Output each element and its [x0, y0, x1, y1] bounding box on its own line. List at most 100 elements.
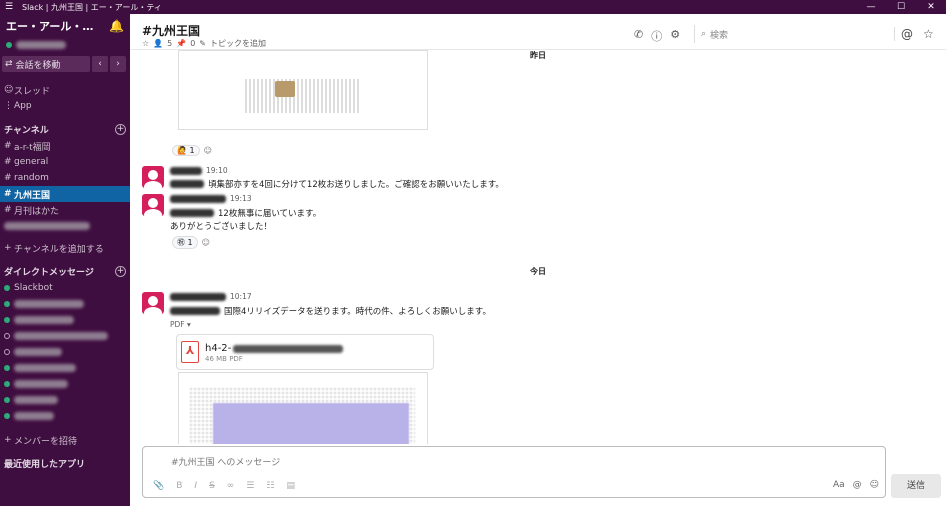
message-time[interactable]: 10:17 — [230, 292, 252, 301]
avatar[interactable] — [142, 166, 164, 188]
channel-title[interactable]: #九州王国 — [142, 22, 200, 39]
topic-link[interactable]: トピックを追加 — [210, 38, 266, 49]
sidebar-dm-redacted[interactable] — [0, 312, 130, 328]
sidebar-dm-redacted[interactable] — [0, 328, 130, 344]
saved-star-icon[interactable]: ☆ — [923, 27, 934, 41]
link-icon[interactable]: ∞ — [227, 481, 235, 491]
workspace-header[interactable]: エー・アール・… 🔔 — [0, 14, 130, 38]
search-input[interactable]: ⌕ 検索 — [694, 25, 880, 43]
reaction-bar: ㊗ 1 ☺ — [172, 235, 210, 249]
ordered-list-icon[interactable]: ☰ — [246, 481, 254, 491]
sidebar-dm-redacted[interactable] — [0, 296, 130, 312]
sidebar-dm-redacted[interactable] — [0, 344, 130, 360]
sidebar-dm-redacted[interactable] — [0, 408, 130, 424]
back-button[interactable]: ‹ — [92, 56, 108, 72]
add-channel-link[interactable]: + チャンネルを追加する — [0, 240, 130, 256]
add-reaction-icon[interactable]: ☺ — [204, 146, 212, 155]
emoji-icon[interactable]: ☺ — [870, 480, 879, 490]
pdf-dropdown[interactable]: PDF ▾ — [170, 320, 191, 329]
send-button[interactable]: 送信 — [891, 474, 941, 498]
user-status[interactable] — [0, 38, 130, 52]
add-dm-plus-icon[interactable]: + — [115, 265, 126, 277]
minimize-button[interactable]: — — [856, 2, 886, 12]
sidebar-channel[interactable]: # random — [0, 170, 130, 186]
image-attachment[interactable] — [178, 50, 428, 130]
members-icon[interactable]: 👤 — [153, 39, 163, 48]
message-text: 頃集部亦すを4回に分けて12枚お送りしました。ご確認をお願いいたします。 — [208, 180, 504, 190]
message-time[interactable]: 19:13 — [230, 194, 252, 203]
sidebar-dm-slackbot[interactable]: Slackbot — [0, 280, 130, 296]
channel-label: 九州王国 — [14, 190, 51, 201]
add-channel-plus-icon[interactable]: + — [115, 123, 126, 135]
phone-icon[interactable]: ✆ — [634, 28, 643, 44]
dm-section-header[interactable]: ダイレクトメッセージ + — [0, 262, 130, 280]
sidebar-channel-active[interactable]: # 九州王国 — [0, 186, 130, 202]
members-count[interactable]: 5 — [167, 39, 172, 48]
redacted-sender[interactable] — [170, 194, 226, 203]
maximize-button[interactable]: ☐ — [886, 2, 916, 12]
redacted-channel — [4, 222, 90, 230]
mentions-at-icon[interactable]: @ — [901, 27, 913, 41]
attach-clip-icon[interactable]: 📎 — [153, 481, 164, 491]
pins-count[interactable]: 0 — [190, 39, 195, 48]
avatar[interactable] — [142, 194, 164, 216]
sidebar-dm-redacted[interactable] — [0, 376, 130, 392]
sidebar-dm-redacted[interactable] — [0, 392, 130, 408]
sidebar: エー・アール・… 🔔 ⇄ 会話を移動 ‹ › ☺ スレッド ⋮ App チャンネ… — [0, 14, 130, 506]
redacted-dm — [14, 316, 74, 324]
hash-icon: # — [4, 173, 12, 183]
search-placeholder: 検索 — [710, 30, 729, 41]
invite-members-link[interactable]: + メンバーを招待 — [0, 432, 130, 448]
jump-to-button[interactable]: ⇄ 会話を移動 — [2, 56, 90, 72]
forward-button[interactable]: › — [110, 56, 126, 72]
channels-section-header[interactable]: チャンネル + — [0, 120, 130, 138]
close-button[interactable]: ✕ — [916, 2, 946, 12]
code-block-icon[interactable]: ▤ — [286, 481, 295, 491]
attachment-photo — [275, 81, 295, 97]
reaction-pill[interactable]: ㊗ 1 — [172, 235, 198, 249]
file-attachment-card[interactable]: ⅄ h4-2- 46 MB PDF — [176, 334, 434, 370]
bullet-list-icon[interactable]: ☷ — [266, 481, 274, 491]
hamburger-menu-icon[interactable]: ☰ — [0, 2, 18, 12]
message-composer[interactable]: #九州王国 へのメッセージ 📎 B I S ∞ ☰ ☷ ▤ Aa @ ☺ — [142, 446, 886, 498]
pdf-preview[interactable] — [178, 372, 428, 444]
italic-icon[interactable]: I — [194, 481, 197, 491]
sidebar-channel[interactable]: # a-r-t福岡 — [0, 138, 130, 154]
pdf-file-icon: ⅄ — [181, 341, 199, 363]
channel-label: a-r-t福岡 — [14, 142, 51, 153]
recent-apps-header[interactable]: 最近使用したアプリ — [0, 454, 130, 472]
presence-dot-icon — [4, 317, 10, 323]
presence-dot-icon — [4, 381, 10, 387]
redacted-text — [170, 209, 214, 217]
jump-row: ⇄ 会話を移動 ‹ › — [0, 52, 130, 76]
sidebar-item-threads[interactable]: ☺ スレッド — [0, 82, 130, 98]
search-icon: ⌕ — [701, 29, 707, 39]
pencil-icon[interactable]: ✎ — [199, 39, 206, 48]
reaction-pill[interactable]: 🙋 1 — [172, 144, 200, 156]
day-divider: 今日 — [130, 266, 946, 277]
redacted-sender[interactable] — [170, 166, 202, 175]
add-reaction-icon[interactable]: ☺ — [202, 238, 210, 247]
text-format-icon[interactable]: Aa — [833, 480, 845, 490]
sidebar-item-apps[interactable]: ⋮ App — [0, 98, 130, 114]
sidebar-channel[interactable]: # 月刊はかた — [0, 202, 130, 218]
channel-label: 月刊はかた — [14, 206, 60, 217]
message-time[interactable]: 19:10 — [206, 166, 228, 175]
gear-icon[interactable]: ⚙ — [670, 28, 680, 44]
info-icon[interactable]: ⓘ — [651, 28, 662, 44]
star-icon[interactable]: ☆ — [142, 39, 149, 48]
bold-icon[interactable]: B — [176, 481, 182, 491]
message-body-line2: ありがとうございました！ — [170, 220, 272, 232]
sidebar-channel-redacted[interactable] — [0, 218, 130, 234]
strike-icon[interactable]: S — [209, 481, 215, 491]
avatar[interactable] — [142, 292, 164, 314]
workspace-name[interactable]: エー・アール・… — [6, 18, 109, 34]
sidebar-dm-redacted[interactable] — [0, 360, 130, 376]
redacted-sender[interactable] — [170, 292, 226, 301]
mention-at-icon[interactable]: @ — [853, 480, 862, 490]
sidebar-channel[interactable]: # general — [0, 154, 130, 170]
pin-icon[interactable]: 📌 — [176, 39, 186, 48]
bell-icon[interactable]: 🔔 — [109, 19, 124, 33]
reaction-count: 1 — [187, 237, 193, 247]
file-name[interactable]: h4-2- — [205, 343, 344, 354]
